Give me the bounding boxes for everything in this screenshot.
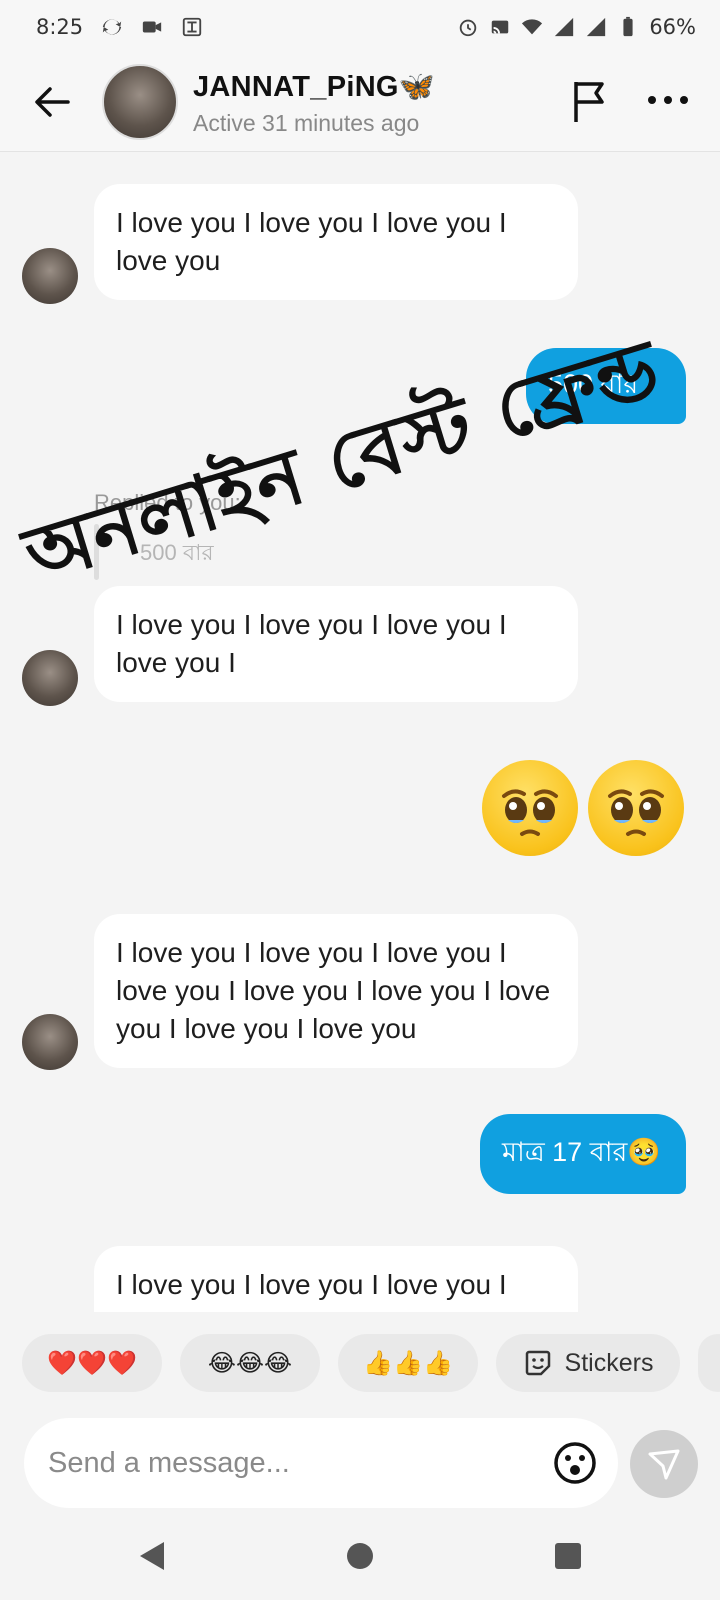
incoming-message[interactable]: I love you I love you I love you I love … — [94, 586, 578, 702]
more-options-icon[interactable] — [646, 90, 690, 110]
wifi-icon — [522, 19, 543, 35]
status-bar: 8:25 66% — [0, 0, 720, 54]
quick-reply-thumbs[interactable]: 👍👍👍 — [338, 1334, 478, 1392]
incoming-message[interactable]: I love you I love you I love you I love … — [94, 184, 578, 300]
quick-reply-hearts[interactable]: ❤️❤️❤️ — [22, 1334, 162, 1392]
sticker-icon — [525, 1350, 550, 1376]
contact-name[interactable]: JANNAT_PiNG🦋 — [193, 70, 435, 104]
signal-icon — [555, 17, 574, 37]
message-composer — [24, 1418, 618, 1508]
alarm-icon — [460, 19, 477, 37]
contact-status: Active 31 minutes ago — [193, 110, 420, 136]
back-arrow-icon[interactable] — [30, 80, 74, 124]
quick-reply-label: ❤️❤️❤️ — [47, 1349, 137, 1377]
message-input[interactable] — [48, 1438, 528, 1488]
pleading-face-emoji[interactable] — [482, 760, 578, 856]
chat-header: JANNAT_PiNG🦋 Active 31 minutes ago — [0, 54, 720, 152]
send-icon — [648, 1449, 680, 1480]
cast-icon — [492, 20, 509, 34]
sender-avatar[interactable] — [22, 650, 78, 706]
stickers-label: Stickers — [564, 1348, 654, 1377]
sender-avatar[interactable] — [22, 248, 78, 304]
sender-avatar[interactable] — [22, 1014, 78, 1070]
quick-reply-label: 👍👍👍 — [363, 1349, 453, 1377]
signal-icon — [587, 17, 606, 37]
system-nav-bar — [0, 1512, 720, 1600]
quick-reply-laugh[interactable]: 😂😂😂 — [180, 1334, 320, 1392]
nav-back-icon[interactable] — [128, 1532, 176, 1580]
status-time: 8:25 — [36, 15, 84, 39]
nav-recents-icon[interactable] — [544, 1532, 592, 1580]
battery-icon — [623, 16, 633, 37]
nav-home-icon[interactable] — [336, 1532, 384, 1580]
pleading-face-icon — [608, 789, 664, 836]
flag-icon[interactable] — [570, 78, 612, 124]
emoji-picker-icon[interactable] — [552, 1440, 598, 1486]
incoming-message[interactable]: I love you I love you I love you I — [94, 1246, 578, 1312]
battery-level: 66% — [649, 15, 696, 39]
quick-reply-more[interactable] — [698, 1334, 720, 1392]
sync-icon — [103, 19, 122, 35]
screenshot-icon — [183, 17, 202, 37]
quick-reply-label: 😂😂😂 — [207, 1349, 293, 1377]
outgoing-message[interactable]: মাত্র 17 বার🥹 — [480, 1114, 686, 1194]
stickers-button[interactable]: Stickers — [496, 1334, 680, 1392]
send-button[interactable] — [630, 1430, 698, 1498]
pleading-face-icon — [502, 789, 558, 836]
contact-avatar[interactable] — [102, 64, 178, 140]
incoming-message[interactable]: I love you I love you I love you I love … — [94, 914, 578, 1068]
pleading-face-emoji[interactable] — [588, 760, 684, 856]
video-icon — [143, 21, 162, 33]
